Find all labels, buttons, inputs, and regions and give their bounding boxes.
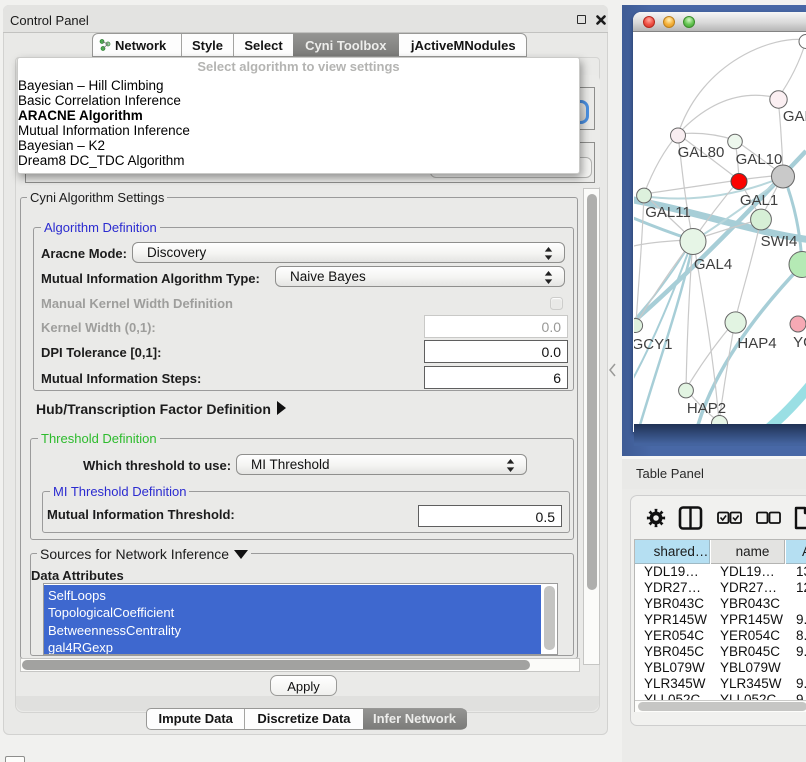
- svg-text:SWI4: SWI4: [761, 233, 798, 250]
- svg-text:GAL80: GAL80: [678, 144, 725, 161]
- svg-text:GAL11: GAL11: [645, 204, 691, 221]
- svg-text:GAL10: GAL10: [736, 151, 783, 168]
- svg-text:HAP2: HAP2: [687, 400, 726, 417]
- svg-text:YG: YG: [793, 334, 806, 351]
- svg-text:GCY1: GCY1: [634, 336, 672, 353]
- svg-text:GAL1: GAL1: [740, 192, 778, 209]
- svg-text:GAL4: GAL4: [694, 256, 732, 273]
- svg-text:HAP4: HAP4: [737, 335, 776, 352]
- svg-text:GAL2: GAL2: [783, 108, 806, 125]
